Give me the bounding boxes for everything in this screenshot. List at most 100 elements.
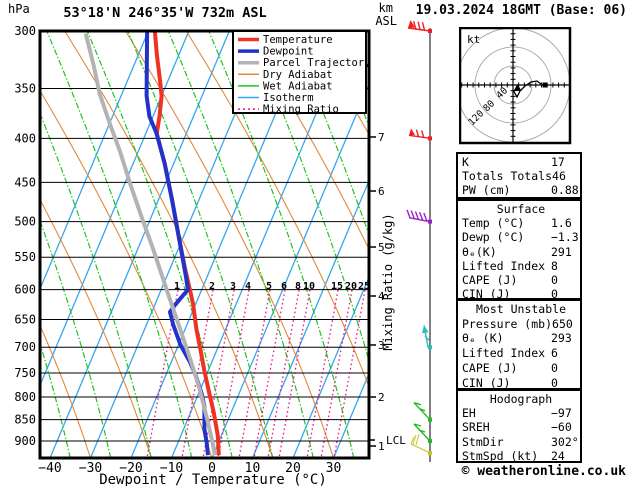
hodograph: 4080120 kt: [459, 27, 572, 145]
stats-label: Temp (°C): [462, 216, 525, 231]
stats-box-most-unstable: Most Unstable Pressure (mb) 650 θₑ (K) 293 Li…: [456, 299, 582, 390]
hodograph-ring-label: 80: [481, 98, 497, 114]
stats-value: 8: [551, 258, 558, 273]
stats-label: SREH: [462, 420, 490, 435]
stats-label: StmDir: [462, 434, 504, 449]
temp-tick-label: 30: [326, 461, 342, 476]
stats-value: 46: [552, 169, 566, 183]
stats-value: 24: [551, 448, 565, 463]
km-tick-label: 7: [378, 131, 385, 144]
stats-box-header: Surface: [496, 202, 546, 216]
skewt-chart: 1 2 3 4 5 6 8 10 15 20 25 TemperatureDewpointParce…: [8, 1, 452, 486]
copyright-credit: © weatheronline.co.uk: [461, 464, 626, 479]
run-date: 19.03.2024 18GMT (Base: 06): [415, 3, 627, 18]
stats-label: Dewp (°C): [462, 230, 525, 245]
stats-value: 0: [551, 360, 558, 375]
pressure-tick-label: 400: [14, 131, 36, 145]
asl-unit-label: ASL: [375, 14, 397, 28]
stats-value: 293: [551, 331, 572, 346]
pressure-tick-label: 850: [14, 413, 36, 427]
pressure-tick-label: 900: [14, 434, 36, 448]
pressure-gridlines: [40, 88, 369, 442]
stats-row: Pressure (mb) 650: [462, 317, 580, 332]
pressure-tick-label: 800: [14, 390, 36, 404]
stats-value: 1.6: [551, 216, 572, 231]
stats-label: Lifted Index: [462, 258, 546, 273]
km-tick-label: 1: [378, 440, 385, 453]
stats-box-hodograph: Hodograph EH −97 SREH −60 StmDir 302° StmSpd (k…: [456, 389, 582, 463]
hodograph-ring-label: 40: [494, 85, 510, 101]
legend-label: Parcel Trajectory: [263, 57, 370, 69]
stats-box-indices: K 17 Totals Totals 46 PW (cm) 0.88: [456, 152, 582, 199]
stats-label: θₑ(K): [462, 244, 497, 259]
pressure-tick-label: 500: [14, 215, 36, 229]
stats-row: CAPE (J) 0: [462, 273, 580, 287]
stats-label: CAPE (J): [462, 273, 518, 288]
stats-box-header: Most Unstable: [475, 302, 566, 316]
mixing-ratio-value-label: 20: [345, 281, 357, 292]
dry-adiabat-line: [429, 31, 452, 458]
legend-label: Dry Adiabat: [263, 69, 333, 81]
mixing-ratio-value-label: 15: [331, 281, 343, 292]
stats-box-header: Hodograph: [489, 392, 553, 406]
stats-value: 650: [552, 316, 573, 331]
stats-label: PW (cm): [462, 183, 511, 197]
mixing-ratio-axis-label: Mixing Ratio (g/kg): [381, 213, 395, 350]
legend-label: Isotherm: [263, 92, 314, 104]
pressure-tick-label: 550: [14, 250, 36, 264]
stats-label: Totals Totals: [462, 169, 553, 183]
legend-label: Mixing Ratio: [263, 104, 339, 116]
pressure-tick-label: 700: [14, 340, 36, 354]
stats-row: K 17: [462, 155, 580, 169]
stats-row: θₑ (K) 293: [462, 331, 580, 346]
km-tick-label: 2: [378, 391, 385, 404]
stats-label: CAPE (J): [462, 360, 518, 375]
temp-tick-label: −40: [38, 461, 61, 476]
mixing-ratio-value-label: 8: [295, 281, 301, 292]
wind-barb-935: [410, 433, 432, 455]
stats-row: Lifted Index 6: [462, 346, 580, 361]
pressure-unit-label: hPa: [8, 2, 30, 16]
stats-label: θₑ (K): [462, 331, 504, 346]
wind-barb-column: [406, 20, 432, 462]
pressure-tick-label: 350: [14, 82, 36, 96]
stats-value: 0.88: [551, 183, 579, 197]
mixing-ratio-line: [238, 289, 271, 458]
hodograph-unit-label: kt: [467, 33, 480, 46]
stats-value: 17: [551, 155, 565, 169]
hodograph-ring-label: 120: [466, 108, 486, 128]
stats-row: SREH −60: [462, 420, 580, 434]
stats-row: StmDir 302°: [462, 435, 580, 449]
chart-title: 53°18'N 246°35'W 732m ASL: [63, 5, 266, 21]
stats-label: K: [462, 155, 469, 169]
stats-row: EH −97: [462, 406, 580, 420]
stats-row: Lifted Index 8: [462, 259, 580, 273]
legend-label: Temperature: [263, 34, 333, 46]
wind-barb-300: [407, 20, 432, 33]
mixing-ratio-value-label: 3: [230, 281, 236, 292]
mixing-ratio-value-label: 4: [245, 281, 251, 292]
sounding-curves: [83, 31, 221, 456]
stats-row: StmSpd (kt) 24: [462, 449, 580, 463]
stats-row: CIN (J) 0: [462, 376, 580, 391]
stats-row: Totals Totals 46: [462, 169, 580, 183]
stats-label: Lifted Index: [462, 346, 546, 361]
stats-box-surface: Surface Temp (°C) 1.6 Dewp (°C) −1.3 θₑ(K) 291…: [456, 199, 582, 301]
stats-value: −97: [551, 406, 572, 421]
stats-row: PW (cm) 0.88: [462, 183, 580, 197]
stats-value: 291: [551, 244, 572, 259]
stats-label: StmSpd (kt): [462, 448, 539, 463]
mixing-ratio-value-label: 10: [303, 281, 315, 292]
stats-label: Pressure (mb): [462, 316, 553, 331]
pressure-tick-label: 450: [14, 175, 36, 189]
pressure-tick-label: 600: [14, 283, 36, 297]
lcl-label: LCL: [386, 434, 406, 447]
stats-value: −60: [551, 420, 572, 435]
pressure-tick-label: 750: [14, 366, 36, 380]
stats-value: −1.3: [551, 230, 579, 245]
pressure-tick-label: 650: [14, 313, 36, 327]
mixing-ratio-line: [217, 289, 250, 458]
wind-barb-850: [413, 401, 432, 422]
mixing-ratio-value-label: 6: [281, 281, 287, 292]
stats-row: Temp (°C) 1.6: [462, 216, 580, 230]
